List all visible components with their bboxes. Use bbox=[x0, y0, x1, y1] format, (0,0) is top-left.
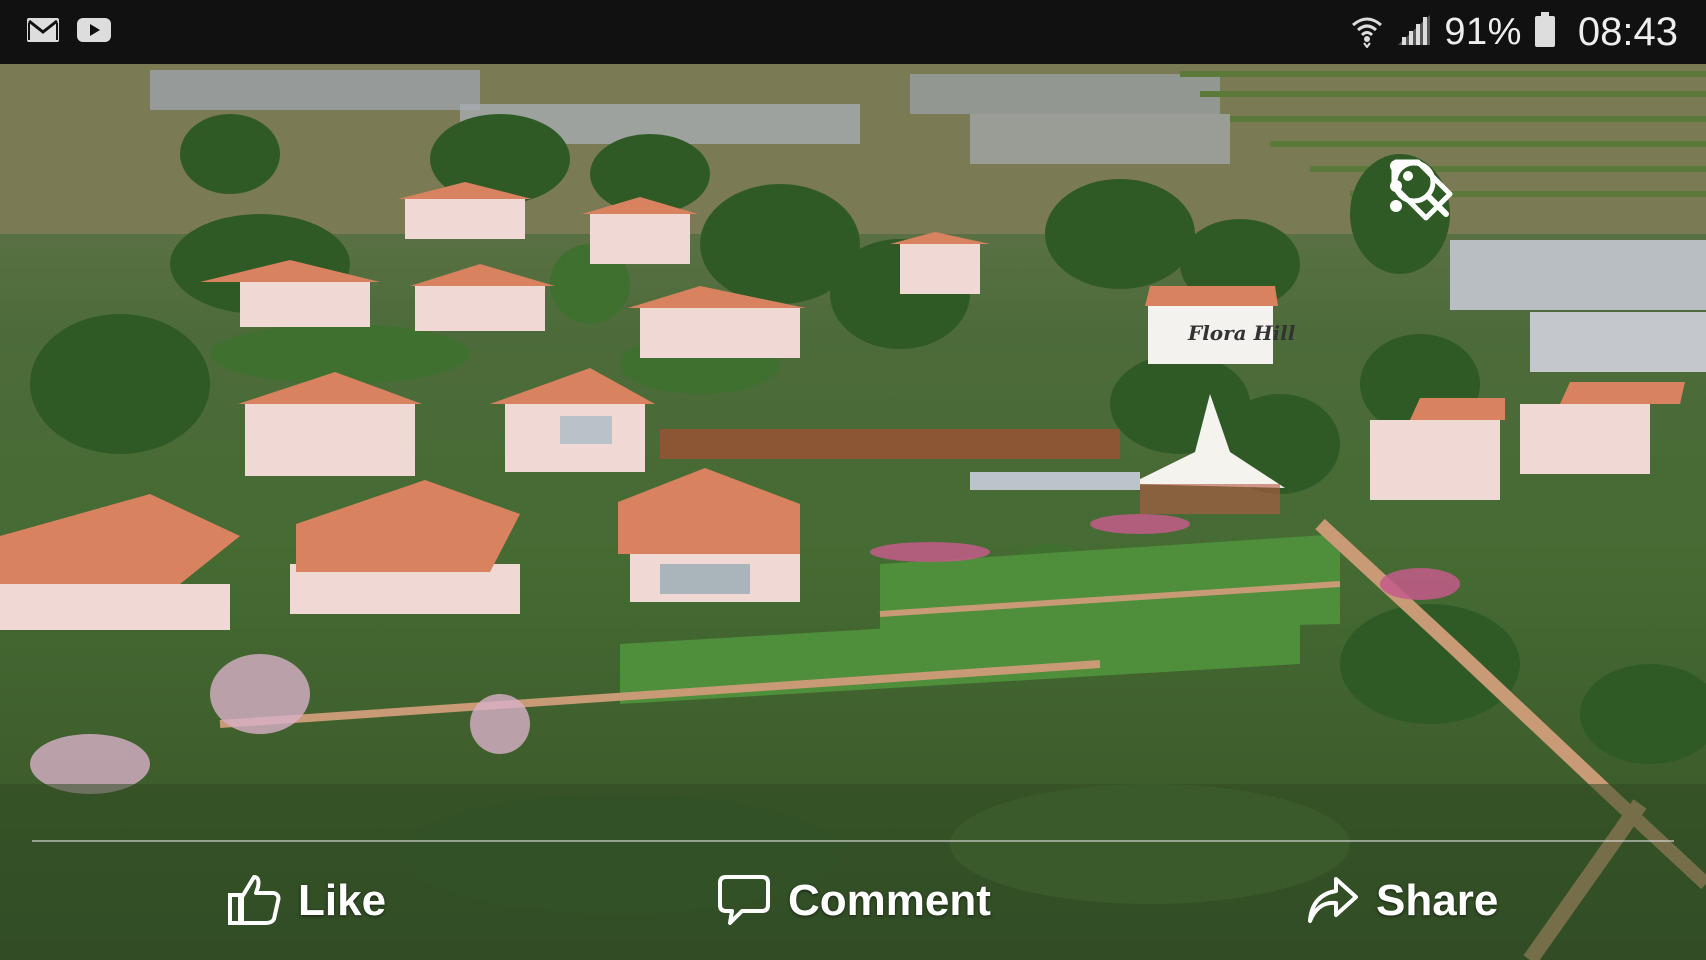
battery-percent: 91% bbox=[1444, 10, 1522, 53]
battery-icon bbox=[1534, 11, 1556, 53]
like-button[interactable]: Like bbox=[226, 856, 386, 946]
comment-button[interactable]: Comment bbox=[716, 856, 991, 946]
thumbs-up-icon bbox=[226, 871, 282, 932]
svg-text:Flora Hill: Flora Hill bbox=[1187, 321, 1296, 345]
like-label: Like bbox=[298, 876, 387, 925]
status-indicators: 91% 08:43 bbox=[1350, 10, 1678, 54]
status-bar: 91% 08:43 bbox=[0, 0, 1706, 64]
action-divider bbox=[32, 840, 1674, 842]
clock: 08:43 bbox=[1577, 9, 1678, 54]
share-arrow-icon bbox=[1304, 871, 1360, 932]
resort-photo: Flora Hill bbox=[0, 64, 1706, 960]
more-vert-icon[interactable] bbox=[1390, 156, 1666, 228]
flora-hill-sign: Flora Hill bbox=[1145, 286, 1296, 364]
photo-top-actions bbox=[1388, 156, 1666, 228]
signal-icon bbox=[1396, 13, 1432, 52]
gmail-icon bbox=[26, 16, 60, 49]
comment-bubble-icon bbox=[716, 871, 772, 932]
comment-label: Comment bbox=[788, 876, 991, 925]
share-button[interactable]: Share bbox=[1304, 856, 1498, 946]
share-label: Share bbox=[1376, 876, 1499, 925]
tag-icon[interactable] bbox=[1391, 156, 1584, 228]
photo-action-bar: Like Comment Share bbox=[0, 856, 1706, 946]
notification-icons bbox=[26, 16, 112, 49]
youtube-icon bbox=[76, 16, 112, 49]
wifi-icon bbox=[1350, 12, 1384, 53]
